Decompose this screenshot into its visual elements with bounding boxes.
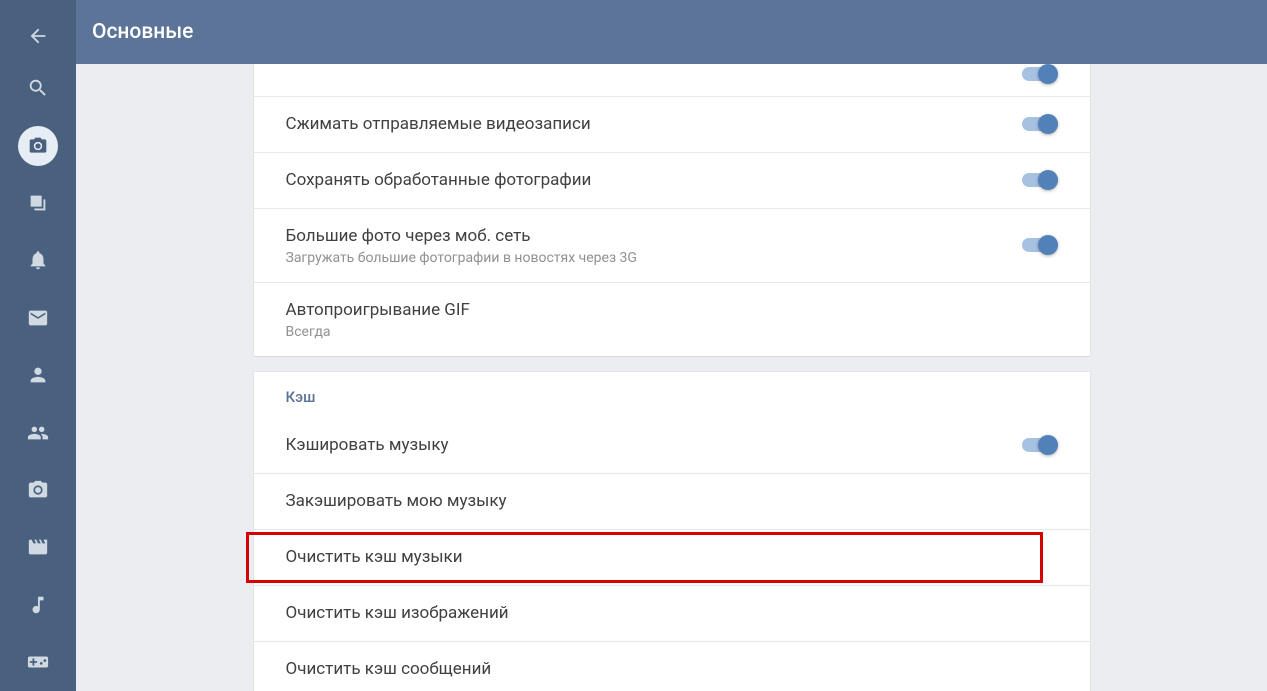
settings-card-cache: Кэш Кэшировать музыку Закэшировать мою м… — [254, 372, 1090, 691]
settings-row-save-photos[interactable]: Сохранять обработанные фотографии — [254, 153, 1090, 209]
gamepad-icon — [27, 651, 49, 673]
row-title: Закэшировать мою музыку — [286, 490, 507, 513]
sidebar-search[interactable] — [0, 60, 76, 117]
sidebar-messages[interactable] — [0, 289, 76, 346]
search-icon — [27, 77, 49, 99]
bell-icon — [27, 249, 49, 271]
settings-row-compress-video[interactable]: Сжимать отправляемые видеозаписи — [254, 97, 1090, 153]
sidebar-groups[interactable] — [0, 404, 76, 461]
settings-row-clear-image-cache[interactable]: Очистить кэш изображений — [254, 586, 1090, 642]
settings-row-clear-music-cache[interactable]: Очистить кэш музыки — [254, 530, 1090, 586]
row-subtitle: Всегда — [286, 324, 470, 340]
row-title: Автопроигрывание GIF — [286, 299, 470, 322]
row-title: Сохранять обработанные фотографии — [286, 169, 592, 192]
row-title: Сжимать отправляемые видеозаписи — [286, 113, 591, 136]
sidebar-video[interactable] — [0, 519, 76, 576]
sidebar-music[interactable] — [0, 576, 76, 633]
settings-row-precache-my-music[interactable]: Закэшировать мою музыку — [254, 474, 1090, 530]
sidebar-photos[interactable] — [0, 461, 76, 518]
toggle[interactable] — [1022, 235, 1058, 255]
sidebar-notifications[interactable] — [0, 232, 76, 289]
row-title: Большие фото через моб. сеть — [286, 225, 637, 248]
header: Основные — [76, 0, 1267, 64]
toggle[interactable] — [1022, 64, 1058, 84]
settings-row-partial[interactable] — [254, 64, 1090, 97]
back-button[interactable] — [0, 12, 76, 60]
settings-row-cache-music[interactable]: Кэшировать музыку — [254, 418, 1090, 474]
mail-icon — [27, 307, 49, 329]
news-icon — [27, 192, 49, 214]
settings-row-big-photos-mobile[interactable]: Большие фото через моб. сеть Загружать б… — [254, 209, 1090, 283]
music-icon — [27, 594, 49, 616]
group-icon — [27, 422, 49, 444]
toggle[interactable] — [1022, 435, 1058, 455]
row-title: Кэшировать музыку — [286, 434, 449, 457]
content[interactable]: Сжимать отправляемые видеозаписи Сохраня… — [76, 64, 1267, 691]
page-title: Основные — [92, 20, 193, 44]
photo-icon — [27, 479, 49, 501]
main: Основные Сжимать отправляемые видеозапис… — [76, 0, 1267, 691]
row-subtitle: Загружать большие фотографии в новостях … — [286, 250, 637, 266]
settings-row-gif-autoplay[interactable]: Автопроигрывание GIF Всегда — [254, 283, 1090, 356]
section-header-cache: Кэш — [254, 372, 1090, 418]
sidebar-news[interactable] — [0, 174, 76, 231]
back-icon — [27, 25, 49, 47]
sidebar-games[interactable] — [0, 634, 76, 691]
person-icon — [27, 364, 49, 386]
sidebar — [0, 0, 76, 691]
camera-icon — [28, 136, 48, 156]
sidebar-camera-active[interactable] — [0, 117, 76, 174]
sidebar-profile[interactable] — [0, 347, 76, 404]
row-title: Очистить кэш сообщений — [286, 658, 492, 681]
toggle[interactable] — [1022, 170, 1058, 190]
video-icon — [27, 536, 49, 558]
row-title: Очистить кэш изображений — [286, 602, 509, 625]
row-title: Очистить кэш музыки — [286, 546, 463, 569]
settings-row-clear-message-cache[interactable]: Очистить кэш сообщений — [254, 642, 1090, 691]
settings-card-media: Сжимать отправляемые видеозаписи Сохраня… — [254, 64, 1090, 356]
toggle[interactable] — [1022, 114, 1058, 134]
